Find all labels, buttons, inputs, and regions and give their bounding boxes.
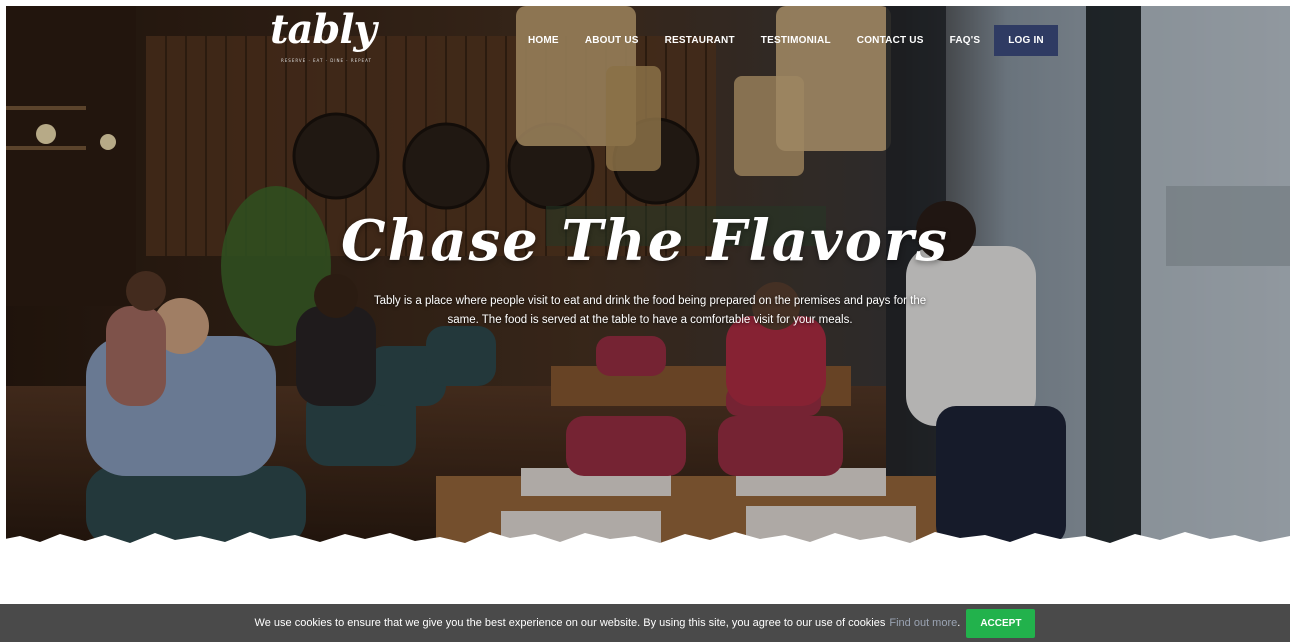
torn-edge-divider	[0, 532, 1290, 560]
nav-testimonial[interactable]: TESTIMONIAL	[761, 35, 831, 46]
nav-contact-us[interactable]: CONTACT US	[857, 35, 924, 46]
cookie-period: .	[957, 617, 961, 629]
site-logo[interactable]: tably	[270, 10, 377, 50]
main-nav: HOME ABOUT US RESTAURANT TESTIMONIAL CON…	[528, 25, 1058, 56]
nav-about-us[interactable]: ABOUT US	[585, 35, 639, 46]
cookie-accept-button[interactable]: ACCEPT	[966, 608, 1036, 638]
hero-background-image	[6, 6, 1290, 546]
hero-section	[6, 6, 1290, 546]
nav-home[interactable]: HOME	[528, 35, 559, 46]
hero-tagline: Tably is a place where people visit to e…	[373, 295, 927, 326]
logo-tagline: RESERVE · EAT · DINE · REPEAT	[281, 58, 372, 63]
nav-restaurant[interactable]: RESTAURANT	[665, 35, 735, 46]
cookie-message: We use cookies to ensure that we give yo…	[254, 617, 886, 629]
cookie-banner: We use cookies to ensure that we give yo…	[0, 604, 1290, 642]
cookie-find-out-more-link[interactable]: Find out more	[889, 617, 957, 629]
nav-faqs[interactable]: FAQ'S	[950, 35, 981, 46]
hero-headline: Chase The Flavors	[341, 208, 949, 274]
login-button[interactable]: LOG IN	[994, 25, 1058, 56]
